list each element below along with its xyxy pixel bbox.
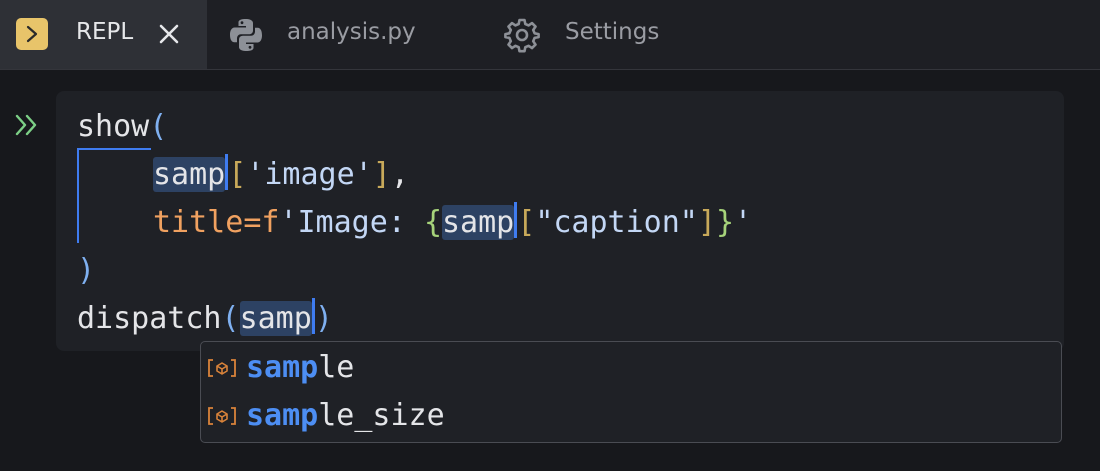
paren: ( [149,109,168,144]
match-text: samp [246,350,319,385]
tab-label: Settings [565,19,660,45]
tab-label: REPL [76,19,134,45]
code-line: title=f'Image: {samp ["caption"]}' [77,199,752,247]
highlighted-identifier: samp [239,301,312,336]
match-text: samp [246,398,319,433]
string-literal: "caption" [535,205,698,240]
tab-settings[interactable]: Settings [487,0,727,69]
code-line: samp ['image'], [77,151,752,199]
function-name: show [77,109,150,144]
autocomplete-item[interactable]: sample_size [201,392,1061,440]
variable-icon [207,406,237,426]
code-line: ) [77,247,752,295]
repl-icon [16,18,48,50]
close-icon[interactable] [157,22,181,46]
code-line: dispatch(samp) [77,295,752,343]
bracket: ] [372,157,391,192]
comma: , [390,157,409,192]
bracket: ] [697,205,716,240]
brace: } [715,205,734,240]
function-name: dispatch [77,301,222,336]
bracket: [ [517,205,536,240]
fstring-prefix: f [261,205,280,240]
equals-sign: = [243,205,262,240]
tab-label: analysis.py [287,19,416,45]
completion-text: le_size [318,398,445,433]
prompt-chevrons-icon [14,113,40,137]
highlighted-identifier: samp [153,157,226,192]
bracket: [ [228,157,247,192]
autocomplete-item[interactable]: sample [201,344,1061,392]
python-icon [227,16,265,54]
tab-analysis[interactable]: analysis.py [207,0,487,69]
paren: ) [314,301,333,336]
brace: { [423,205,442,240]
completion-text: le [318,350,355,385]
paren: ( [221,301,240,336]
tab-repl[interactable]: REPL [0,0,207,69]
code-line: show( [77,103,752,151]
gear-icon [503,16,541,54]
autocomplete-dropdown: sample sample_size [200,341,1062,443]
string-literal: ' [734,205,753,240]
string-literal: 'Image: [279,205,424,240]
tab-bar: REPL analysis.py Settings [0,0,1100,70]
variable-icon [207,358,237,378]
code-editor[interactable]: show(samp ['image'], title=f'Image: {samp[… [77,103,752,343]
string-literal: 'image' [246,157,373,192]
highlighted-identifier: samp [442,205,515,240]
paren: ) [77,253,96,288]
keyword-argument: title [153,205,244,240]
